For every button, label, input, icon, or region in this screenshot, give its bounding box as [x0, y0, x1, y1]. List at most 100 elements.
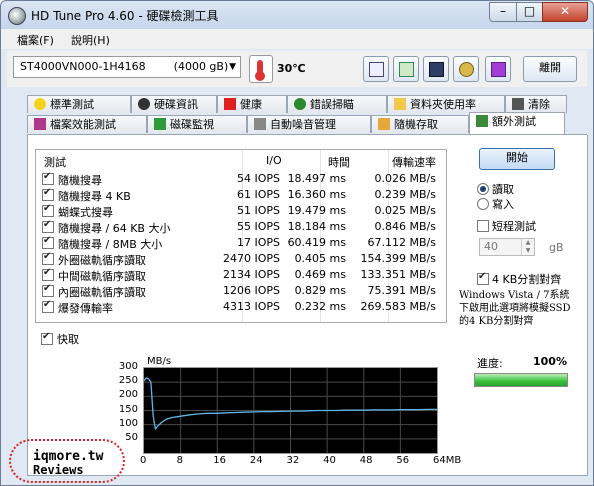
row-rate: 67.112 MB/s [367, 236, 436, 249]
menu-file[interactable]: 檔案(F) [17, 32, 54, 48]
quick-checkbox[interactable] [41, 331, 53, 345]
transfer-graph [143, 367, 438, 454]
trash-icon [512, 98, 524, 110]
tab-aam[interactable]: 自動噪音管理 [247, 115, 371, 133]
row-io: 2134 IOPS [222, 268, 280, 281]
progress-fill [475, 374, 567, 386]
exit-button[interactable]: 離開 [523, 56, 577, 82]
row-test-name: 外圈磁軌循序讀取 [58, 254, 146, 267]
row-checkbox[interactable] [42, 283, 54, 297]
copy-screenshot-button[interactable] [393, 56, 419, 82]
chevron-down-icon: ▼ [229, 62, 236, 72]
table-row: 隨機搜尋 / 64 KB 大小 55 IOPS 18.184 ms 0.846 MB/… [36, 219, 446, 235]
tab-info[interactable]: 硬碟資訊 [131, 95, 217, 113]
results-table: 測試 I/O 時間 傳輸速率 隨機搜尋 54 IOPS 18.497 ms 0.026… [35, 149, 447, 323]
header-time: 時間 [328, 156, 350, 169]
magnifier-icon [294, 98, 306, 110]
row-rate: 269.583 MB/s [360, 300, 436, 313]
temperature-readout: 30℃ [277, 62, 306, 75]
tab-benchmark[interactable]: 標準測試 [27, 95, 131, 113]
x-tick-label: 48 [359, 455, 373, 466]
maximize-button[interactable]: □ [516, 2, 543, 22]
tab-file-benchmark[interactable]: 檔案效能測試 [27, 115, 147, 133]
lightbulb-icon [34, 98, 46, 110]
tab-extra-tests[interactable]: 額外測試 [469, 112, 565, 134]
random-access-icon [378, 118, 390, 130]
table-row: 外圈磁軌循序讀取 2470 IOPS 0.405 ms 154.399 MB/s [36, 251, 446, 267]
drive-label: ST4000VN000-1H4168 (4000 gB) [20, 60, 229, 73]
close-button[interactable]: ✕ [542, 2, 588, 22]
row-checkbox[interactable] [42, 171, 54, 185]
x-tick-label: 32 [286, 455, 300, 466]
menu-help[interactable]: 說明(H) [71, 32, 110, 48]
read-radio[interactable] [477, 183, 489, 195]
main-window: HD Tune Pro 4.60 - 硬碟檢測工具 – □ ✕ 檔案(F) 說明… [0, 0, 594, 486]
transfer-graph-svg [143, 368, 437, 453]
watermark-line1: iqmore.tw [33, 449, 104, 464]
spinner-arrows-icon[interactable]: ▲ ▼ [521, 239, 534, 255]
header-io: I/O [266, 154, 282, 167]
x-tick-label: 0 [140, 455, 147, 466]
short-test-size-input[interactable]: 40 ▲ ▼ [479, 238, 535, 256]
row-rate: 0.239 MB/s [374, 188, 436, 201]
download-arrow-icon [491, 62, 506, 77]
row-io: 51 IOPS [236, 204, 280, 217]
save-icon [429, 62, 444, 77]
save-button[interactable] [423, 56, 449, 82]
row-checkbox[interactable] [42, 235, 54, 249]
row-io: 55 IOPS [236, 220, 280, 233]
window-title: HD Tune Pro 4.60 - 硬碟檢測工具 [31, 9, 219, 23]
row-time: 19.479 ms [287, 204, 346, 217]
y-tick-label: 100 [118, 417, 138, 429]
row-time: 0.405 ms [294, 252, 346, 265]
thermometer-icon [249, 55, 273, 83]
row-test-name: 隨機搜尋 [58, 174, 102, 187]
align4k-label: 4 KB分割對齊 [492, 273, 562, 286]
clipboard-icon [399, 62, 414, 77]
table-row: 隨機搜尋 / 8MB 大小 17 IOPS 60.419 ms 67.112 MB/s [36, 235, 446, 251]
row-test-name: 中間磁軌循序讀取 [58, 270, 146, 283]
app-icon [8, 7, 26, 25]
row-rate: 0.846 MB/s [374, 220, 436, 233]
row-time: 18.184 ms [287, 220, 346, 233]
y-tick-label: 300 [118, 361, 138, 372]
row-test-name: 隨機搜尋 4 KB [58, 190, 131, 203]
row-checkbox[interactable] [42, 219, 54, 233]
row-io: 54 IOPS [236, 172, 280, 185]
tab-erase[interactable]: 清除 [505, 95, 567, 113]
folder-icon [394, 98, 406, 110]
row-checkbox[interactable] [42, 251, 54, 265]
row-rate: 75.391 MB/s [367, 284, 436, 297]
row-rate: 0.025 MB/s [374, 204, 436, 217]
row-checkbox[interactable] [42, 187, 54, 201]
row-io: 61 IOPS [236, 188, 280, 201]
x-tick-label: 56 [396, 455, 410, 466]
short-test-checkbox[interactable] [477, 220, 489, 232]
options-button[interactable] [453, 56, 479, 82]
x-tick-label: 40 [323, 455, 336, 466]
row-checkbox[interactable] [42, 203, 54, 217]
copy-info-button[interactable] [363, 56, 389, 82]
download-button[interactable] [485, 56, 511, 82]
y-tick-label: 200 [118, 389, 138, 401]
tab-health[interactable]: 健康 [217, 95, 287, 113]
tab-folder-usage[interactable]: 資料夾使用率 [387, 95, 505, 113]
drive-select[interactable]: ST4000VN000-1H4168 (4000 gB) ▼ [13, 56, 241, 78]
align4k-checkbox[interactable] [477, 271, 489, 285]
row-time: 0.829 ms [294, 284, 346, 297]
x-tick-label: 8 [176, 455, 183, 466]
row-test-name: 爆發傳輸率 [58, 302, 113, 315]
tab-random-access[interactable]: 隨機存取 [371, 115, 469, 133]
row-test-name: 蝴蝶式搜尋 [58, 206, 113, 219]
minimize-button[interactable]: – [489, 2, 517, 22]
row-checkbox[interactable] [42, 299, 54, 313]
extra-tests-icon [476, 115, 488, 127]
tab-disk-monitor[interactable]: 磁碟監視 [147, 115, 247, 133]
speaker-icon [254, 118, 266, 130]
write-radio[interactable] [477, 198, 489, 210]
x-tick-label: 64MB [433, 455, 462, 466]
row-checkbox[interactable] [42, 267, 54, 281]
tab-error-scan[interactable]: 錯誤掃瞄 [287, 95, 387, 113]
row-io: 1206 IOPS [222, 284, 280, 297]
start-button[interactable]: 開始 [479, 148, 555, 170]
